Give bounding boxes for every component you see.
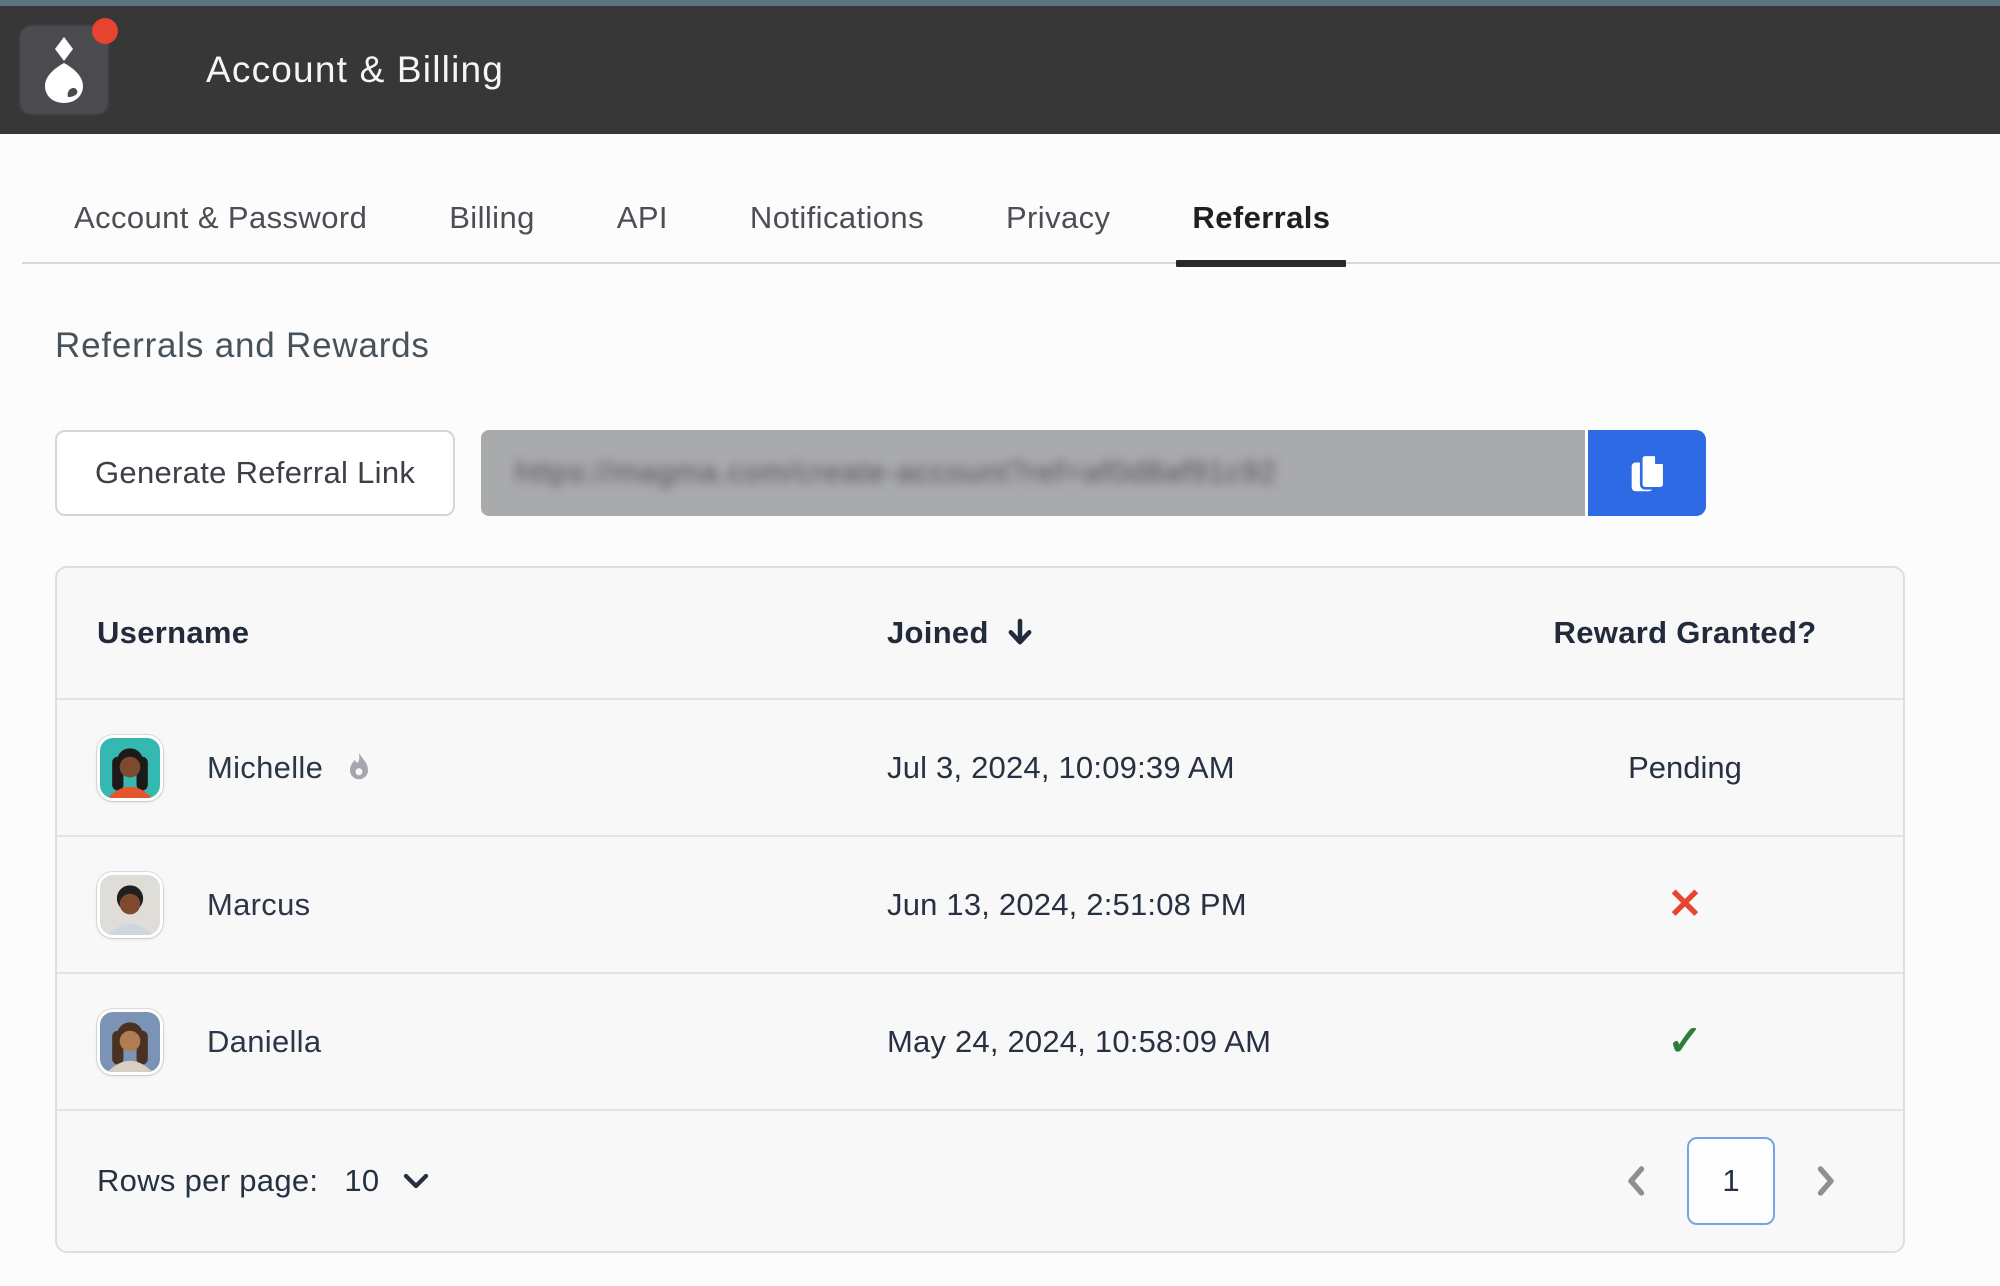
username-cell: Michelle bbox=[97, 735, 887, 801]
check-icon: ✓ bbox=[1667, 1017, 1702, 1064]
table-row: Daniella May 24, 2024, 10:58:09 AM ✓ bbox=[57, 972, 1903, 1109]
next-page-button[interactable] bbox=[1803, 1159, 1847, 1203]
rows-per-page: Rows per page: 10 bbox=[97, 1163, 431, 1199]
username: Daniella bbox=[207, 1024, 321, 1060]
chevron-down-icon bbox=[401, 1166, 431, 1196]
username-cell: Marcus bbox=[97, 872, 887, 938]
tab-notifications[interactable]: Notifications bbox=[734, 200, 940, 236]
pagination: 1 bbox=[1615, 1137, 1847, 1225]
notification-dot bbox=[92, 18, 118, 44]
table-row: Marcus Jun 13, 2024, 2:51:08 PM ✕ bbox=[57, 835, 1903, 972]
cross-icon: ✕ bbox=[1667, 880, 1702, 927]
joined-date: Jun 13, 2024, 2:51:08 PM bbox=[887, 887, 1507, 923]
section-heading: Referrals and Rewards bbox=[55, 326, 1905, 366]
person-avatar-icon bbox=[100, 738, 160, 798]
tab-api[interactable]: API bbox=[601, 200, 684, 236]
referral-link-text: https://magma.com/create-account?ref=af0… bbox=[515, 456, 1277, 490]
referrals-table: Username Joined Reward Granted? bbox=[55, 566, 1905, 1253]
reward-status-cell: ✓ bbox=[1507, 1020, 1863, 1063]
reward-status-pending: Pending bbox=[1628, 750, 1742, 785]
rows-per-page-select[interactable]: 10 bbox=[318, 1163, 431, 1199]
rows-per-page-label: Rows per page: bbox=[97, 1163, 318, 1199]
username-cell: Daniella bbox=[97, 1009, 887, 1075]
table-footer: Rows per page: 10 1 bbox=[57, 1109, 1903, 1251]
page-title: Account & Billing bbox=[206, 49, 504, 91]
person-avatar-icon bbox=[100, 1012, 160, 1072]
table-row: Michelle Jul 3, 2024, 10:09:39 AM Pendin… bbox=[57, 698, 1903, 835]
person-avatar-icon bbox=[100, 875, 160, 935]
username: Marcus bbox=[207, 887, 310, 923]
reward-status-cell: ✕ bbox=[1507, 883, 1863, 926]
referrals-panel: Referrals and Rewards Generate Referral … bbox=[0, 326, 2000, 1253]
column-header-reward: Reward Granted? bbox=[1507, 615, 1863, 651]
chevron-left-icon bbox=[1619, 1163, 1655, 1199]
avatar bbox=[97, 872, 163, 938]
tab-account-password[interactable]: Account & Password bbox=[58, 200, 383, 236]
magma-flame-icon bbox=[35, 37, 93, 103]
referral-link-group: https://magma.com/create-account?ref=af0… bbox=[481, 430, 1706, 516]
joined-date: May 24, 2024, 10:58:09 AM bbox=[887, 1024, 1507, 1060]
column-header-joined[interactable]: Joined bbox=[887, 615, 1507, 651]
generate-referral-link-button[interactable]: Generate Referral Link bbox=[55, 430, 455, 516]
tab-billing[interactable]: Billing bbox=[433, 200, 551, 236]
table-header-row: Username Joined Reward Granted? bbox=[57, 568, 1903, 698]
rows-per-page-value: 10 bbox=[344, 1163, 379, 1199]
copy-pages-icon bbox=[1624, 450, 1670, 496]
avatar bbox=[97, 1009, 163, 1075]
previous-page-button[interactable] bbox=[1615, 1159, 1659, 1203]
avatar bbox=[97, 735, 163, 801]
tab-bar: Account & Password Billing API Notificat… bbox=[22, 134, 2000, 264]
reward-status-cell: Pending bbox=[1507, 750, 1863, 786]
referral-link-row: Generate Referral Link https://magma.com… bbox=[55, 430, 1905, 516]
app-header: Account & Billing bbox=[0, 6, 2000, 134]
column-header-username: Username bbox=[97, 615, 887, 651]
joined-date: Jul 3, 2024, 10:09:39 AM bbox=[887, 750, 1507, 786]
referral-link-field[interactable]: https://magma.com/create-account?ref=af0… bbox=[481, 430, 1585, 516]
sort-descending-arrow-icon bbox=[1003, 616, 1037, 650]
streak-flame-icon bbox=[341, 750, 377, 786]
tab-privacy[interactable]: Privacy bbox=[990, 200, 1126, 236]
app-window: Account & Billing Account & Password Bil… bbox=[0, 0, 2000, 1253]
tab-referrals[interactable]: Referrals bbox=[1176, 200, 1346, 236]
copy-link-button[interactable] bbox=[1588, 430, 1706, 516]
current-page-button[interactable]: 1 bbox=[1687, 1137, 1775, 1225]
username: Michelle bbox=[207, 750, 323, 786]
app-logo[interactable] bbox=[18, 24, 110, 116]
chevron-right-icon bbox=[1807, 1163, 1843, 1199]
